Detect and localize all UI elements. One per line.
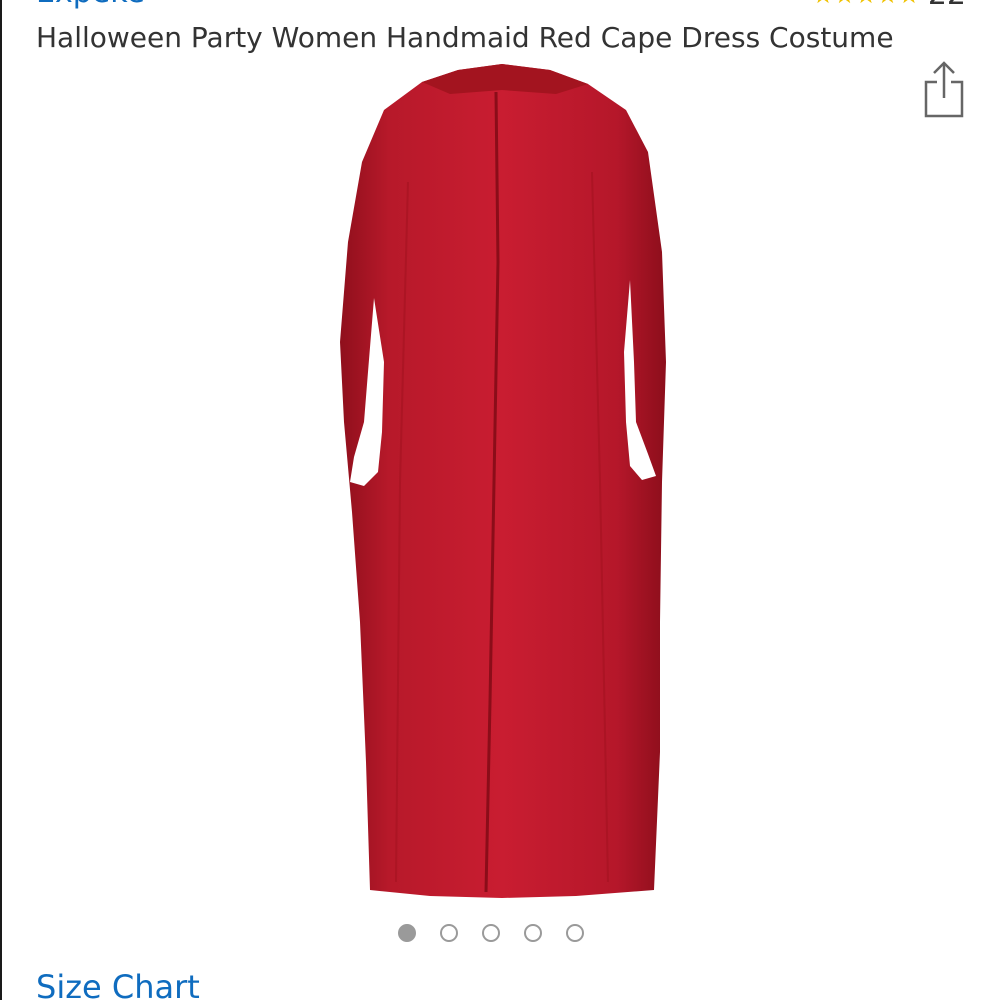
carousel-dot-2[interactable]: [440, 924, 458, 942]
carousel-dot-4[interactable]: [524, 924, 542, 942]
carousel-dot-1[interactable]: [398, 924, 416, 942]
left-edge-divider: [0, 0, 2, 1000]
star-icon: ★: [855, 0, 877, 9]
star-icon: ★: [898, 0, 920, 9]
size-chart-link[interactable]: Size Chart: [36, 968, 200, 1006]
rating[interactable]: ★★★★★ 22: [812, 0, 966, 10]
image-carousel-dots: [398, 924, 584, 942]
star-icon: ★: [834, 0, 856, 9]
carousel-dot-5[interactable]: [566, 924, 584, 942]
share-icon: [924, 61, 964, 118]
red-cape-dress-image: [340, 64, 666, 898]
brand-link[interactable]: Expeke: [36, 0, 145, 8]
product-title: Halloween Party Women Handmaid Red Cape …: [36, 21, 894, 54]
carousel-dot-3[interactable]: [482, 924, 500, 942]
rating-count[interactable]: 22: [928, 0, 966, 10]
star-icon: ★: [812, 0, 834, 9]
share-button[interactable]: [920, 60, 968, 120]
rating-stars: ★★★★★: [812, 0, 920, 7]
star-icon: ★: [877, 0, 899, 9]
product-image[interactable]: [330, 62, 675, 907]
